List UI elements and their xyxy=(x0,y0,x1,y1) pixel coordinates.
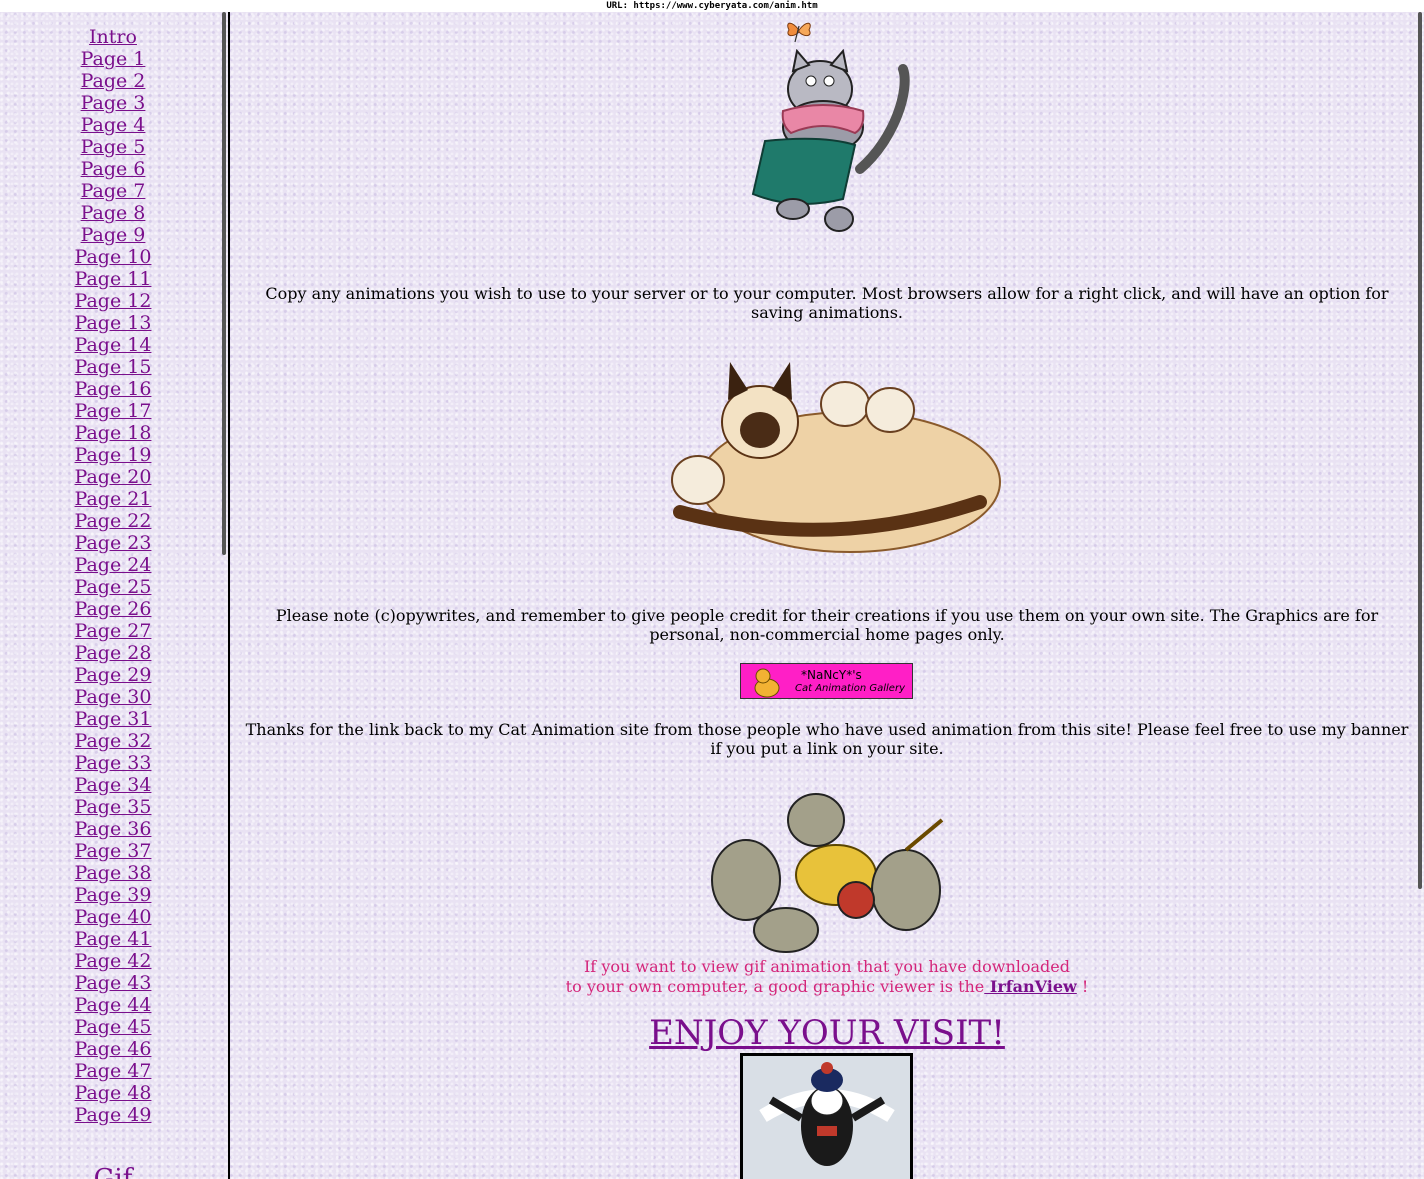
thanks-text: Thanks for the link back to my Cat Anima… xyxy=(245,720,1409,758)
nav-link-page-49[interactable]: Page 49 xyxy=(0,1104,226,1126)
nav-link-page-24[interactable]: Page 24 xyxy=(0,554,226,576)
nav-link-page-32[interactable]: Page 32 xyxy=(0,730,226,752)
main-scrollbar[interactable] xyxy=(1418,12,1422,889)
nav-link-page-10[interactable]: Page 10 xyxy=(0,246,226,268)
nav-link-page-37[interactable]: Page 37 xyxy=(0,840,226,862)
siamese-cats-image xyxy=(671,362,1001,553)
nav-link-page-43[interactable]: Page 43 xyxy=(0,972,226,994)
sidebar-heading-gif: Gif xyxy=(93,1164,133,1179)
page-nav: Intro Page 1 Page 2 Page 3 Page 4 Page 5 Page … xyxy=(0,26,226,1126)
viewer-line-1: If you want to view gif animation that y… xyxy=(583,957,1070,976)
enjoy-heading: ENJOY YOUR VISIT! xyxy=(230,1013,1424,1053)
nav-link-page-7[interactable]: Page 7 xyxy=(0,180,226,202)
nav-link-page-18[interactable]: Page 18 xyxy=(0,422,226,444)
sidebar-scrollbar[interactable] xyxy=(222,12,226,555)
nav-link-page-47[interactable]: Page 47 xyxy=(0,1060,226,1082)
nav-link-page-48[interactable]: Page 48 xyxy=(0,1082,226,1104)
nav-link-page-31[interactable]: Page 31 xyxy=(0,708,226,730)
nav-link-page-5[interactable]: Page 5 xyxy=(0,136,226,158)
nav-link-page-16[interactable]: Page 16 xyxy=(0,378,226,400)
cat-band-image xyxy=(711,793,944,953)
nav-link-page-3[interactable]: Page 3 xyxy=(0,92,226,114)
nav-link-page-45[interactable]: Page 45 xyxy=(0,1016,226,1038)
nav-link-page-11[interactable]: Page 11 xyxy=(0,268,226,290)
nav-link-page-41[interactable]: Page 41 xyxy=(0,928,226,950)
nav-link-page-39[interactable]: Page 39 xyxy=(0,884,226,906)
nav-link-page-38[interactable]: Page 38 xyxy=(0,862,226,884)
nav-link-page-23[interactable]: Page 23 xyxy=(0,532,226,554)
nav-link-page-36[interactable]: Page 36 xyxy=(0,818,226,840)
url-bar: URL: https://www.cyberyata.com/anim.htm xyxy=(0,0,1424,12)
sidebar-frame: Intro Page 1 Page 2 Page 3 Page 4 Page 5 Page … xyxy=(0,12,230,1179)
nav-link-page-30[interactable]: Page 30 xyxy=(0,686,226,708)
nav-link-page-17[interactable]: Page 17 xyxy=(0,400,226,422)
copyright-note-text: Please note (c)opywrites, and remember t… xyxy=(275,606,1379,644)
irfanview-note: If you want to view gif animation that y… xyxy=(230,957,1424,997)
main-frame: Copy any animations you wish to use to y… xyxy=(230,12,1424,1179)
nav-link-page-33[interactable]: Page 33 xyxy=(0,752,226,774)
nav-link-page-28[interactable]: Page 28 xyxy=(0,642,226,664)
nav-link-page-34[interactable]: Page 34 xyxy=(0,774,226,796)
nav-link-page-20[interactable]: Page 20 xyxy=(0,466,226,488)
nav-link-page-8[interactable]: Page 8 xyxy=(0,202,226,224)
snow-angel-cat-image xyxy=(740,1053,913,1179)
nav-link-page-9[interactable]: Page 9 xyxy=(0,224,226,246)
nav-link-page-19[interactable]: Page 19 xyxy=(0,444,226,466)
viewer-line-2: to your own computer, a good graphic vie… xyxy=(565,977,985,996)
nav-link-page-26[interactable]: Page 26 xyxy=(0,598,226,620)
irfanview-link[interactable]: IrfanView xyxy=(984,977,1077,996)
nav-link-page-13[interactable]: Page 13 xyxy=(0,312,226,334)
nav-link-page-27[interactable]: Page 27 xyxy=(0,620,226,642)
nav-link-page-6[interactable]: Page 6 xyxy=(0,158,226,180)
nav-link-page-35[interactable]: Page 35 xyxy=(0,796,226,818)
nav-link-page-21[interactable]: Page 21 xyxy=(0,488,226,510)
nav-link-page-12[interactable]: Page 12 xyxy=(0,290,226,312)
snow-angel-cat-picture xyxy=(743,1056,910,1179)
nav-link-page-44[interactable]: Page 44 xyxy=(0,994,226,1016)
nav-link-page-1[interactable]: Page 1 xyxy=(0,48,226,70)
nav-link-page-25[interactable]: Page 25 xyxy=(0,576,226,598)
nav-link-page-46[interactable]: Page 46 xyxy=(0,1038,226,1060)
nav-link-page-29[interactable]: Page 29 xyxy=(0,664,226,686)
enjoy-link[interactable]: ENJOY YOUR VISIT! xyxy=(649,1013,1005,1053)
nav-link-page-22[interactable]: Page 22 xyxy=(0,510,226,532)
banner-subtitle: Cat Animation Gallery xyxy=(795,683,905,694)
copy-instructions-text: Copy any animations you wish to use to y… xyxy=(265,284,1389,322)
nav-link-page-40[interactable]: Page 40 xyxy=(0,906,226,928)
cat-gallery-banner[interactable]: *NaNcY*'s Cat Animation Gallery xyxy=(740,663,913,699)
nav-link-page-15[interactable]: Page 15 xyxy=(0,356,226,378)
nav-link-page-42[interactable]: Page 42 xyxy=(0,950,226,972)
viewer-line-end: ! xyxy=(1076,977,1089,996)
nav-link-page-4[interactable]: Page 4 xyxy=(0,114,226,136)
butterfly-image xyxy=(787,22,811,43)
banner-title: *NaNcY*'s xyxy=(801,668,862,682)
nav-link-page-14[interactable]: Page 14 xyxy=(0,334,226,356)
banner-cat-icon xyxy=(754,668,780,698)
hula-cat-image xyxy=(751,49,910,232)
nav-link-page-2[interactable]: Page 2 xyxy=(0,70,226,92)
nav-link-intro[interactable]: Intro xyxy=(0,26,226,48)
